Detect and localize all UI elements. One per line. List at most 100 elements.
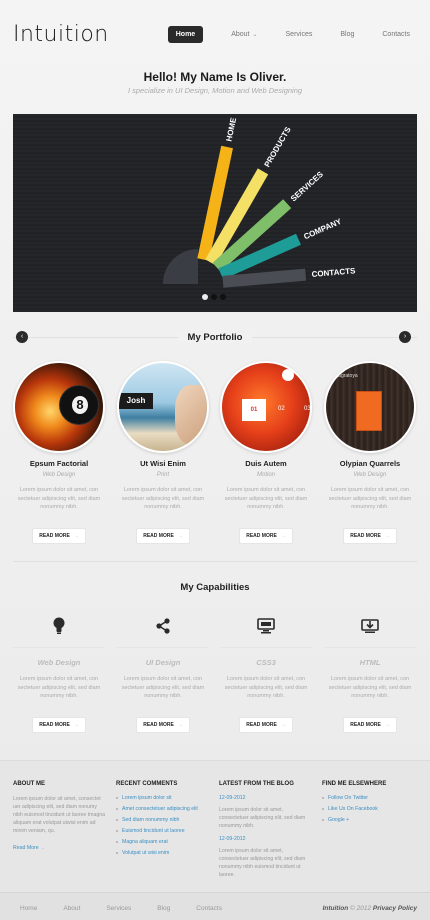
blog-date[interactable]: 12-09-2012 — [219, 836, 314, 842]
chevron-right-icon[interactable]: › — [399, 331, 411, 343]
blog-excerpt: Lorem ipsum dolor sit amet, consectetuer… — [219, 807, 306, 829]
arrow-right-icon: → — [73, 721, 79, 728]
arrow-right-icon: → — [280, 532, 286, 539]
main-nav: Home About ⌄ Services Blog Contacts — [167, 26, 410, 43]
arrow-right-icon: → — [384, 532, 390, 539]
portfolio-category: Print — [156, 472, 170, 478]
comment-link[interactable]: Amet consectetuer adipiscing elit — [116, 806, 211, 812]
hero-slider[interactable]: HOME PRODUCTS SERVICES COMPANY CONTACTS — [13, 114, 417, 312]
arrow-right-icon: → — [384, 721, 390, 728]
capability-text: Lorem ipsum dolor sit amet, con sectetue… — [328, 676, 412, 699]
portfolio-image[interactable]: 01 02 03 — [220, 361, 312, 453]
read-more-button[interactable]: READ MORE → — [343, 716, 397, 733]
read-more-label: READ MORE — [350, 721, 381, 728]
bottom-nav-blog[interactable]: Blog — [157, 905, 170, 912]
read-more-link-label: Read More — [13, 845, 39, 851]
capability-item: Web Design Lorem ipsum dolor sit amet, c… — [13, 615, 105, 733]
blog-excerpt: Lorem ipsum dolor sit amet, consectetuer… — [219, 848, 306, 878]
bottom-nav-home[interactable]: Home — [20, 905, 37, 912]
divider — [220, 647, 312, 648]
capability-item: UI Design Lorem ipsum dolor sit amet, co… — [117, 615, 209, 733]
bottom-nav-about[interactable]: About — [63, 905, 80, 912]
read-more-label: READ MORE — [246, 721, 277, 728]
divider — [13, 647, 105, 648]
read-more-button[interactable]: READ MORE → — [32, 527, 86, 544]
share-icon — [117, 615, 209, 637]
read-more-button[interactable]: READ MORE → — [343, 527, 397, 544]
divider — [13, 561, 417, 562]
portfolio-heading: My Portfolio — [0, 332, 430, 343]
google-plus-link[interactable]: Google + — [322, 817, 417, 823]
comment-link[interactable]: Volutpat ut wisi enim — [116, 850, 211, 856]
bottom-nav-contacts[interactable]: Contacts — [196, 905, 222, 912]
slider-dot[interactable] — [211, 294, 217, 300]
portfolio-overlay: Josh — [119, 393, 153, 409]
arrow-right-icon: → — [177, 532, 183, 539]
divider — [117, 647, 209, 648]
page: Intuition Home About ⌄ Services Blog Cont… — [0, 0, 430, 920]
read-more-label: READ MORE — [350, 532, 381, 539]
read-more-button[interactable]: READ MORE → — [239, 527, 293, 544]
read-more-button[interactable]: READ MORE → — [32, 716, 86, 733]
portfolio-overlay: magratoya — [334, 373, 358, 379]
capability-item: HTML Lorem ipsum dolor sit amet, con sec… — [324, 615, 416, 733]
footer-social: FIND ME ELSEWHERE Follow On Twitter Like… — [322, 781, 417, 828]
comment-link[interactable]: Magna aliquam erat — [116, 839, 211, 845]
portfolio-image[interactable]: 8 — [13, 361, 105, 453]
footer-about: ABOUT ME Lorem ipsum dolor sit amet, con… — [13, 781, 108, 851]
slider-dot[interactable] — [220, 294, 226, 300]
bottom-nav: Home About Services Blog Contacts — [20, 905, 248, 912]
header: Intuition Home About ⌄ Services Blog Cont… — [0, 0, 430, 60]
hero-subtitle: I specialize in UI Design, Motion and We… — [127, 86, 303, 95]
portfolio-image[interactable]: Josh — [117, 361, 209, 453]
portfolio-title[interactable]: Epsum Factorial — [13, 459, 105, 468]
bite-mark — [282, 369, 294, 381]
footer-heading: LATEST FROM THE BLOG — [219, 781, 294, 787]
chevron-down-icon: ⌄ — [252, 32, 258, 38]
nav-contacts[interactable]: Contacts — [382, 31, 410, 38]
nav-blog[interactable]: Blog — [340, 31, 354, 38]
read-more-button[interactable]: READ MORE → — [136, 527, 190, 544]
portfolio-category: Web Design — [353, 472, 387, 478]
nav-services[interactable]: Services — [286, 31, 313, 38]
comment-link[interactable]: Sed diam nonummy nibh — [116, 817, 211, 823]
portfolio-title[interactable]: Duis Autem — [220, 459, 312, 468]
comment-link[interactable]: Lorem ipsum dolor sit — [116, 795, 211, 801]
portfolio-text: Lorem ipsum dolor sit amet, con sectetue… — [224, 487, 308, 510]
arrow-right-icon: → — [73, 532, 79, 539]
read-more-label: READ MORE — [39, 532, 70, 539]
privacy-policy-link[interactable]: Privacy Policy — [373, 905, 417, 912]
nav-home[interactable]: Home — [167, 26, 204, 43]
portfolio-text: Lorem ipsum dolor sit amet, con sectetue… — [121, 487, 205, 510]
twitter-link[interactable]: Follow On Twitter — [322, 795, 417, 801]
read-more-label: READ MORE — [39, 721, 70, 728]
monitor-icon — [220, 615, 312, 637]
capabilities-heading: My Capabilities — [180, 582, 250, 593]
slider-dot[interactable] — [202, 294, 208, 300]
portfolio-item: 01 02 03 Duis Autem Motion Lorem ipsum d… — [220, 361, 312, 544]
footer-comments: RECENT COMMENTS Lorem ipsum dolor sit Am… — [116, 781, 211, 861]
footer-brand: Intuition — [322, 905, 349, 912]
portfolio-title[interactable]: Ut Wisi Enim — [117, 459, 209, 468]
footer-heading: RECENT COMMENTS — [116, 781, 178, 787]
capability-text: Lorem ipsum dolor sit amet, con sectetue… — [121, 676, 205, 699]
overlay-box-01: 01 — [242, 399, 266, 421]
download-screen-icon — [324, 615, 416, 637]
read-more-label: READ MORE — [246, 532, 277, 539]
orange-card — [356, 391, 382, 431]
bottom-nav-services[interactable]: Services — [106, 905, 131, 912]
read-more-label: READ MORE — [143, 532, 174, 539]
read-more-button[interactable]: READ MORE → — [136, 716, 190, 733]
blog-date[interactable]: 12-09-2012 — [219, 795, 314, 801]
read-more-link[interactable]: Read More → — [13, 845, 108, 851]
portfolio-title[interactable]: Olypian Quarrels — [324, 459, 416, 468]
read-more-button[interactable]: READ MORE → — [239, 716, 293, 733]
footer-heading: FIND ME ELSEWHERE — [322, 781, 387, 787]
comment-link[interactable]: Euismod tincidunt ut laoree — [116, 828, 211, 834]
nav-about[interactable]: About ⌄ — [231, 31, 257, 38]
footer-heading: ABOUT ME — [13, 781, 45, 787]
facebook-link[interactable]: Like Us On Facebook — [322, 806, 417, 812]
portfolio-image[interactable]: magratoya — [324, 361, 416, 453]
copyright: Intuition © 2012 Privacy Policy — [323, 905, 417, 912]
logo[interactable]: Intuition — [13, 22, 109, 47]
